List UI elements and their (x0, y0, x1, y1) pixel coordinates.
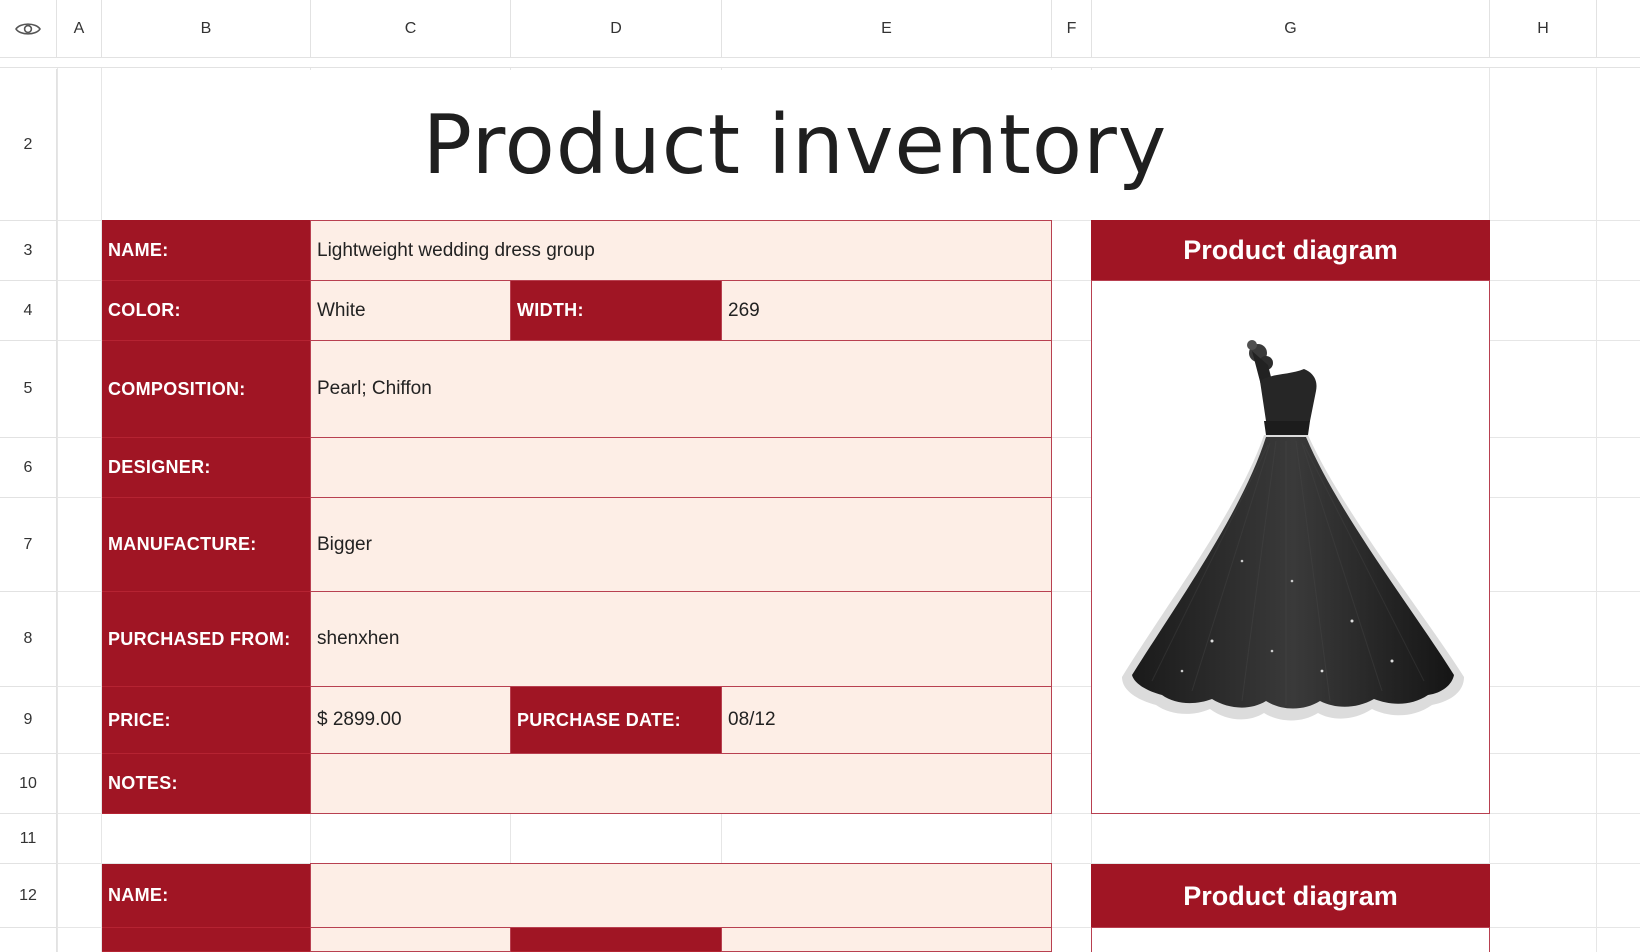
product-diagram-title-2: Product diagram (1091, 864, 1490, 928)
product-diagram-frame[interactable] (1091, 280, 1490, 814)
manufacture-value[interactable]: Bigger (310, 497, 1052, 592)
notes-label: NOTES: (102, 754, 311, 814)
column-header-a[interactable]: A (57, 0, 102, 58)
column-header-e[interactable]: E (722, 0, 1052, 58)
purchase-date-value[interactable]: 08/12 (721, 686, 1052, 754)
name-label: NAME: (102, 220, 311, 281)
row-header-5[interactable]: 5 (0, 341, 57, 438)
purchased-from-value[interactable]: shenxhen (310, 591, 1052, 687)
row-header-8[interactable]: 8 (0, 592, 57, 687)
row-header-4[interactable]: 4 (0, 281, 57, 341)
composition-label: COMPOSITION: (102, 341, 311, 438)
product-diagram-title: Product diagram (1091, 220, 1490, 281)
notes-value[interactable] (310, 753, 1052, 814)
row-header-9[interactable]: 9 (0, 687, 57, 754)
row-header-3[interactable]: 3 (0, 221, 57, 281)
purchased-from-label: PURCHASED FROM: (102, 592, 311, 687)
column-header-g[interactable]: G (1092, 0, 1490, 58)
row-header-12[interactable]: 12 (0, 864, 57, 928)
row-header-13[interactable] (0, 928, 57, 952)
color-label-2 (102, 928, 311, 952)
width-label: WIDTH: (511, 281, 722, 341)
row-header-10[interactable]: 10 (0, 754, 57, 814)
row-header-11[interactable]: 11 (0, 814, 57, 864)
header-separator (0, 58, 1640, 68)
width-value-2[interactable] (721, 927, 1052, 952)
name-value-2[interactable] (310, 863, 1052, 928)
designer-label: DESIGNER: (102, 438, 311, 498)
column-header-c[interactable]: C (311, 0, 511, 58)
price-label: PRICE: (102, 687, 311, 754)
width-label-2 (511, 928, 722, 952)
product-diagram-frame-2[interactable] (1091, 927, 1490, 952)
name-value[interactable]: Lightweight wedding dress group (310, 220, 1052, 281)
eye-icon (15, 22, 41, 35)
column-header-extra[interactable] (1597, 0, 1640, 58)
color-label: COLOR: (102, 281, 311, 341)
row-header-7[interactable]: 7 (0, 498, 57, 592)
row-header-2[interactable]: 2 (0, 69, 57, 221)
page-title[interactable]: Product inventory (102, 70, 1488, 220)
composition-value[interactable]: Pearl; Chiffon (310, 340, 1052, 438)
name-label-2: NAME: (102, 864, 311, 928)
visibility-toggle[interactable] (0, 0, 57, 58)
color-value-2[interactable] (310, 927, 511, 952)
width-value[interactable]: 269 (721, 280, 1052, 341)
column-header-b[interactable]: B (102, 0, 311, 58)
color-value[interactable]: White (310, 280, 511, 341)
purchase-date-label: PURCHASE DATE: (511, 687, 722, 754)
dress-image (1122, 340, 1464, 721)
price-value[interactable]: $ 2899.00 (310, 686, 511, 754)
designer-value[interactable] (310, 437, 1052, 498)
manufacture-label: MANUFACTURE: (102, 498, 311, 592)
row-header-6[interactable]: 6 (0, 438, 57, 498)
column-header-d[interactable]: D (511, 0, 722, 58)
column-header-h[interactable]: H (1490, 0, 1597, 58)
column-header-f[interactable]: F (1052, 0, 1092, 58)
